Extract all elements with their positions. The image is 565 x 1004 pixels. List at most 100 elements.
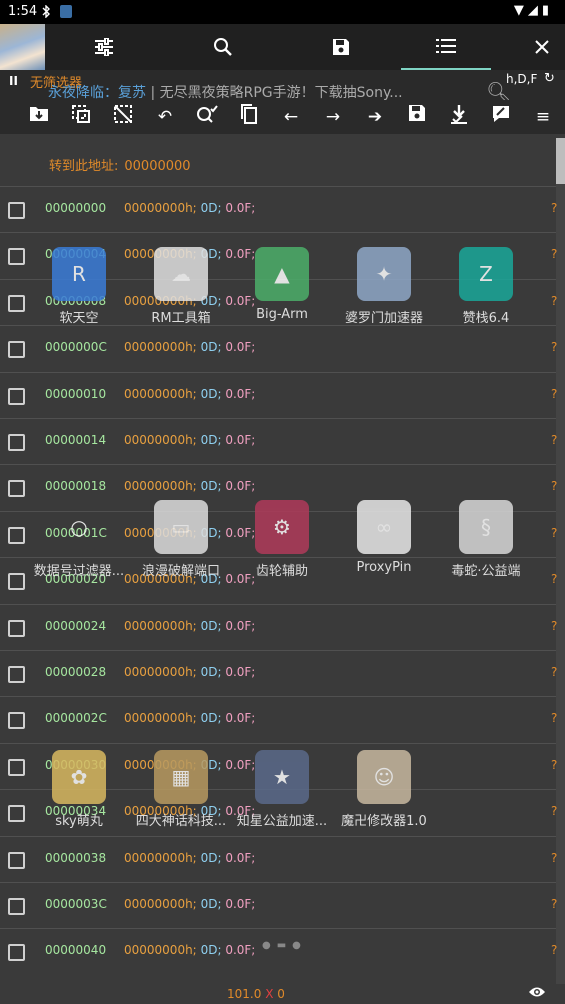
row-checkbox[interactable] [8, 526, 25, 544]
row-checkbox[interactable] [8, 248, 25, 266]
memory-row[interactable]: 00000040 00000000h; 0D; 0.0F;? [0, 928, 557, 975]
row-more[interactable]: ? [551, 294, 557, 308]
row-more[interactable]: ? [551, 526, 557, 540]
row-dword: 0D; [200, 757, 222, 772]
row-float: 0.0F; [225, 386, 256, 401]
row-checkbox[interactable] [8, 480, 25, 498]
row-more[interactable]: ? [551, 433, 557, 447]
row-checkbox[interactable] [8, 434, 25, 451]
memory-row[interactable]: 00000018 00000000h; 0D; 0.0F;? [0, 464, 557, 511]
memory-row[interactable]: 00000008 00000000h; 0D; 0.0F;? [0, 278, 557, 326]
row-address: 00000010 [45, 386, 107, 401]
row-values: 00000000h; 0D; 0.0F; [124, 619, 255, 633]
row-checkbox[interactable] [8, 202, 25, 219]
row-float: 0.0F; [225, 850, 256, 865]
row-checkbox[interactable] [8, 712, 25, 730]
copy-icon[interactable] [236, 104, 262, 130]
row-more[interactable]: ? [551, 479, 557, 493]
eye-icon[interactable] [528, 984, 546, 1003]
arrow-left-icon[interactable]: ← [278, 104, 304, 130]
goto-label: 转到此地址: [49, 159, 119, 174]
goto-arrow-icon[interactable]: ➔ [362, 104, 388, 130]
memory-row[interactable]: 00000028 00000000h; 0D; 0.0F;? [0, 650, 557, 697]
import-folder-icon[interactable] [26, 104, 52, 130]
row-values: 00000000h; 0D; 0.0F; [124, 247, 255, 261]
row-dword: 0D; [200, 479, 222, 494]
row-values: 00000000h; 0D; 0.0F; [124, 665, 255, 679]
memory-row[interactable]: 00000020 00000000h; 0D; 0.0F;? [0, 557, 557, 604]
saved-tab[interactable] [311, 24, 371, 70]
undo-icon[interactable]: ↶ [152, 104, 178, 130]
row-address: 00000038 [45, 850, 107, 865]
search-tab[interactable] [193, 24, 253, 70]
row-values: 00000000h; 0D; 0.0F; [124, 711, 255, 725]
row-float: 0.0F; [225, 340, 256, 355]
select-copy-icon[interactable] [68, 104, 94, 130]
row-checkbox[interactable] [8, 341, 25, 359]
memory-row[interactable]: 00000000 00000000h; 0D; 0.0F;? [0, 186, 557, 233]
row-more[interactable]: ? [551, 943, 557, 957]
bluetooth-icon [40, 4, 52, 19]
status-bar: 1:54 ▼◢▮ [0, 0, 565, 24]
row-more[interactable]: ? [551, 665, 557, 679]
memory-row[interactable]: 0000002C 00000000h; 0D; 0.0F;? [0, 696, 557, 743]
banner-divider: | [150, 85, 160, 101]
row-more[interactable]: ? [551, 711, 557, 725]
row-more[interactable]: ? [551, 897, 557, 911]
memory-list-tab[interactable] [401, 24, 491, 70]
memory-row[interactable]: 00000024 00000000h; 0D; 0.0F;? [0, 603, 557, 651]
memory-row[interactable]: 0000000C 00000000h; 0D; 0.0F;? [0, 325, 557, 372]
pause-button[interactable]: II [9, 74, 18, 88]
row-values: 00000000h; 0D; 0.0F; [124, 897, 255, 911]
memory-row[interactable]: 00000034 00000000h; 0D; 0.0F;? [0, 789, 557, 836]
memory-row[interactable]: 00000038 00000000h; 0D; 0.0F;? [0, 835, 557, 883]
row-checkbox[interactable] [8, 805, 25, 823]
row-checkbox[interactable] [8, 851, 25, 869]
memory-row[interactable]: 0000003C 00000000h; 0D; 0.0F;? [0, 882, 557, 929]
row-more[interactable]: ? [551, 387, 557, 401]
row-address: 00000014 [45, 433, 107, 447]
memory-row[interactable]: 00000014 00000000h; 0D; 0.0F;? [0, 418, 557, 465]
row-checkbox[interactable] [8, 666, 25, 683]
row-checkbox[interactable] [8, 758, 25, 776]
row-checkbox[interactable] [8, 898, 25, 915]
deselect-icon[interactable] [110, 104, 136, 130]
search-check-icon[interactable] [194, 104, 220, 130]
row-more[interactable]: ? [551, 247, 557, 261]
row-dword: 0D; [200, 711, 222, 726]
refresh-icon[interactable]: ↻ [544, 71, 555, 86]
memory-row[interactable]: 00000030 00000000h; 0D; 0.0F;? [0, 742, 557, 790]
row-checkbox[interactable] [8, 944, 25, 962]
row-checkbox[interactable] [8, 619, 25, 637]
download-icon[interactable] [446, 104, 472, 130]
avatar[interactable] [0, 24, 45, 70]
menu-icon[interactable]: ≡ [530, 104, 556, 130]
row-checkbox[interactable] [8, 573, 25, 591]
row-more[interactable]: ? [551, 619, 557, 633]
row-more[interactable]: ? [551, 572, 557, 586]
edit-comment-icon[interactable] [488, 104, 514, 130]
scrollbar-thumb[interactable] [556, 138, 565, 184]
row-more[interactable]: ? [551, 340, 557, 354]
memory-row[interactable]: 0000001C 00000000h; 0D; 0.0F;? [0, 510, 557, 558]
value-type-label[interactable]: h,D,F [506, 72, 537, 86]
row-checkbox[interactable] [8, 294, 25, 312]
row-values: 00000000h; 0D; 0.0F; [124, 387, 255, 401]
row-values: 00000000h; 0D; 0.0F; [124, 851, 255, 865]
memory-row[interactable]: 00000010 00000000h; 0D; 0.0F;? [0, 371, 557, 419]
row-more[interactable]: ? [551, 758, 557, 772]
row-more[interactable]: ? [551, 851, 557, 865]
row-checkbox[interactable] [8, 387, 25, 405]
row-more[interactable]: ? [551, 804, 557, 818]
row-address: 00000034 [45, 804, 107, 819]
memory-row[interactable]: 00000004 00000000h; 0D; 0.0F;? [0, 232, 557, 279]
save-list-icon[interactable] [404, 104, 430, 130]
goto-address-row[interactable]: 转到此地址: 00000000 [49, 155, 191, 174]
row-hex: 00000000h; [124, 525, 197, 540]
arrow-right-icon[interactable]: → [320, 104, 346, 130]
app-notification-icon [60, 5, 72, 18]
settings-tab[interactable] [74, 24, 134, 70]
row-more[interactable]: ? [551, 201, 557, 215]
row-hex: 00000000h; [124, 804, 197, 819]
close-button[interactable] [512, 24, 565, 70]
